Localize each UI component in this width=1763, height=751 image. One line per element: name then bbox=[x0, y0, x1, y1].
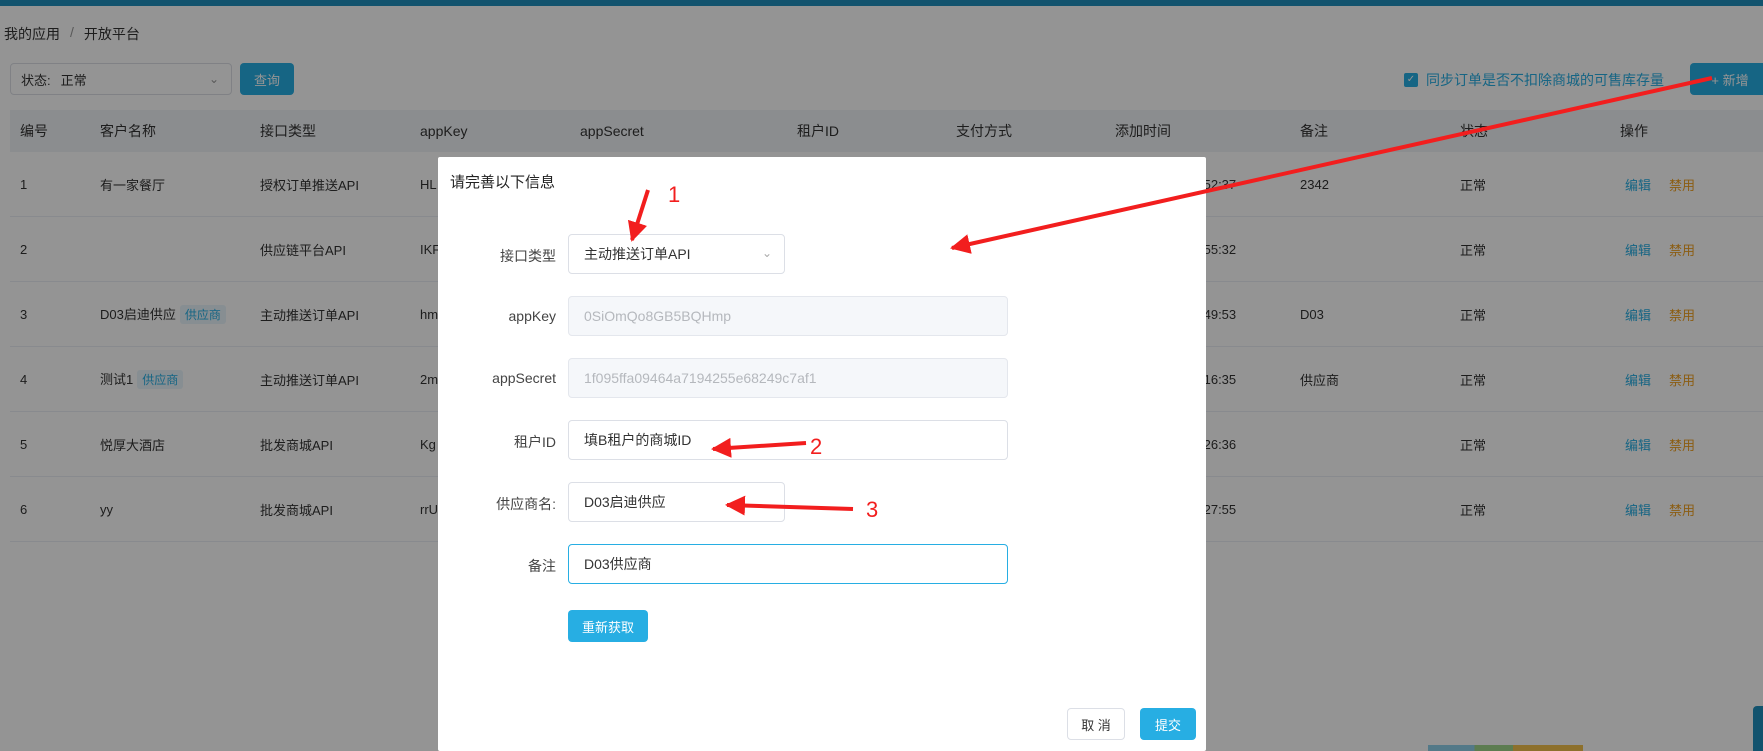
arrow-1 bbox=[627, 189, 650, 242]
annotation-arrows bbox=[627, 76, 1713, 516]
annotation-number-2: 2 bbox=[810, 434, 823, 459]
arrow-2 bbox=[711, 437, 807, 458]
arrow-to-type-select bbox=[950, 76, 1713, 254]
arrow-3 bbox=[725, 495, 854, 516]
annotation-number-1: 1 bbox=[668, 182, 681, 207]
annotation-number-3: 3 bbox=[866, 497, 879, 522]
